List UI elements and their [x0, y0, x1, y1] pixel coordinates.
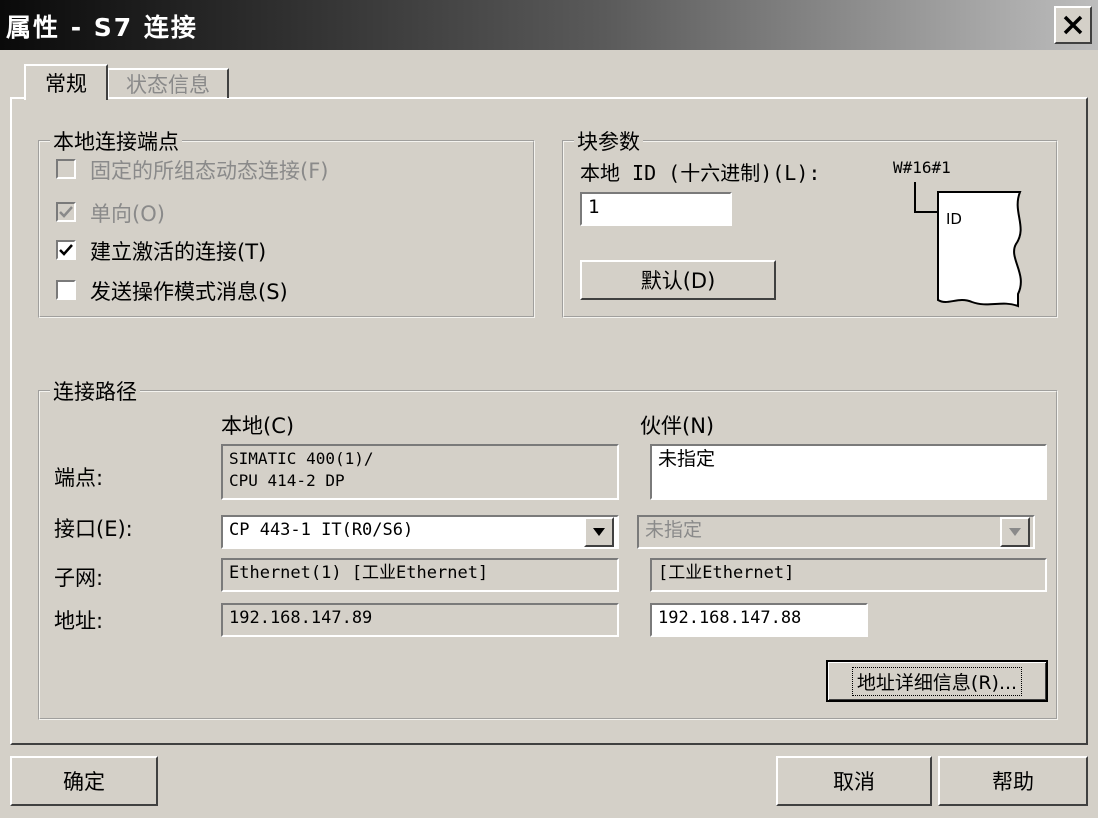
help-button-label: 帮助 [992, 770, 1034, 794]
check-icon [59, 244, 73, 256]
block-diagram [914, 182, 1022, 308]
tab-status-info[interactable]: 状态信息 [107, 68, 229, 98]
ok-button[interactable]: 确定 [10, 756, 158, 806]
active-connection-checkbox[interactable] [56, 240, 76, 260]
one-way-checkbox[interactable] [56, 202, 76, 222]
partner-endpoint-field: 未指定 [650, 444, 1047, 500]
partner-subnet-field: [工业Ethernet] [650, 558, 1047, 592]
chevron-down-icon [1009, 528, 1021, 536]
partner-interface-value: 未指定 [645, 519, 703, 541]
fixed-config-label: 固定的所组态动态连接(F) [90, 159, 329, 183]
local-subnet-field: Ethernet(1) [工业Ethernet] [221, 558, 619, 592]
endpoint-row-label: 端点: [54, 466, 104, 490]
block-params-legend: 块参数 [574, 126, 643, 156]
address-row-label: 地址: [54, 609, 104, 633]
ok-button-label: 确定 [63, 770, 105, 794]
send-mode-messages-label: 发送操作模式消息(S) [90, 280, 288, 304]
local-interface-select[interactable]: CP 443-1 IT(R0/S6) [221, 515, 619, 549]
interface-row-label: 接口(E): [54, 517, 133, 541]
tab-general-label: 常规 [45, 72, 87, 96]
address-details-label: 地址详细信息(R)... [851, 666, 1023, 696]
subnet-row-label: 子网: [54, 566, 104, 590]
local-interface-dropdown-button[interactable] [584, 517, 614, 547]
close-button[interactable] [1054, 6, 1092, 44]
address-details-button[interactable]: 地址详细信息(R)... [826, 660, 1048, 702]
tab-status-info-label: 状态信息 [126, 73, 210, 97]
local-address-field: 192.168.147.89 [221, 603, 619, 637]
close-icon [1063, 15, 1083, 35]
block-diagram-label: ID [946, 210, 962, 228]
partner-interface-dropdown-button[interactable] [1000, 517, 1030, 547]
tab-general[interactable]: 常规 [24, 64, 108, 100]
active-connection-label: 建立激活的连接(T) [90, 240, 267, 264]
default-button[interactable]: 默认(D) [580, 260, 776, 300]
cancel-button[interactable]: 取消 [776, 756, 932, 806]
partner-interface-select[interactable]: 未指定 [637, 515, 1035, 549]
connection-path-legend: 连接路径 [50, 376, 140, 406]
wdef-value: W#16#1 [893, 158, 951, 177]
help-button[interactable]: 帮助 [938, 756, 1088, 806]
window-title: 属性 - S7 连接 [6, 13, 198, 42]
fixed-config-checkbox[interactable] [56, 159, 76, 179]
local-id-input[interactable]: 1 [580, 192, 732, 226]
local-endpoint-line1: SIMATIC 400(1)/ [229, 449, 374, 468]
one-way-label: 单向(O) [90, 202, 165, 226]
chevron-down-icon [593, 528, 605, 536]
partner-column-header: 伙伴(N) [640, 414, 715, 438]
check-icon [59, 206, 73, 218]
local-id-label: 本地 ID (十六进制)(L): [580, 161, 821, 185]
local-endpoint-line2: CPU 414-2 DP [229, 471, 345, 490]
local-interface-value: CP 443-1 IT(R0/S6) [229, 520, 414, 540]
send-mode-messages-checkbox[interactable] [56, 280, 76, 300]
local-endpoint-field: SIMATIC 400(1)/ CPU 414-2 DP [221, 444, 619, 500]
cancel-button-label: 取消 [833, 770, 875, 794]
partner-address-input[interactable]: 192.168.147.88 [650, 603, 868, 637]
local-endpoint-legend: 本地连接端点 [50, 126, 182, 156]
default-button-label: 默认(D) [640, 269, 716, 293]
local-column-header: 本地(C) [221, 414, 295, 438]
